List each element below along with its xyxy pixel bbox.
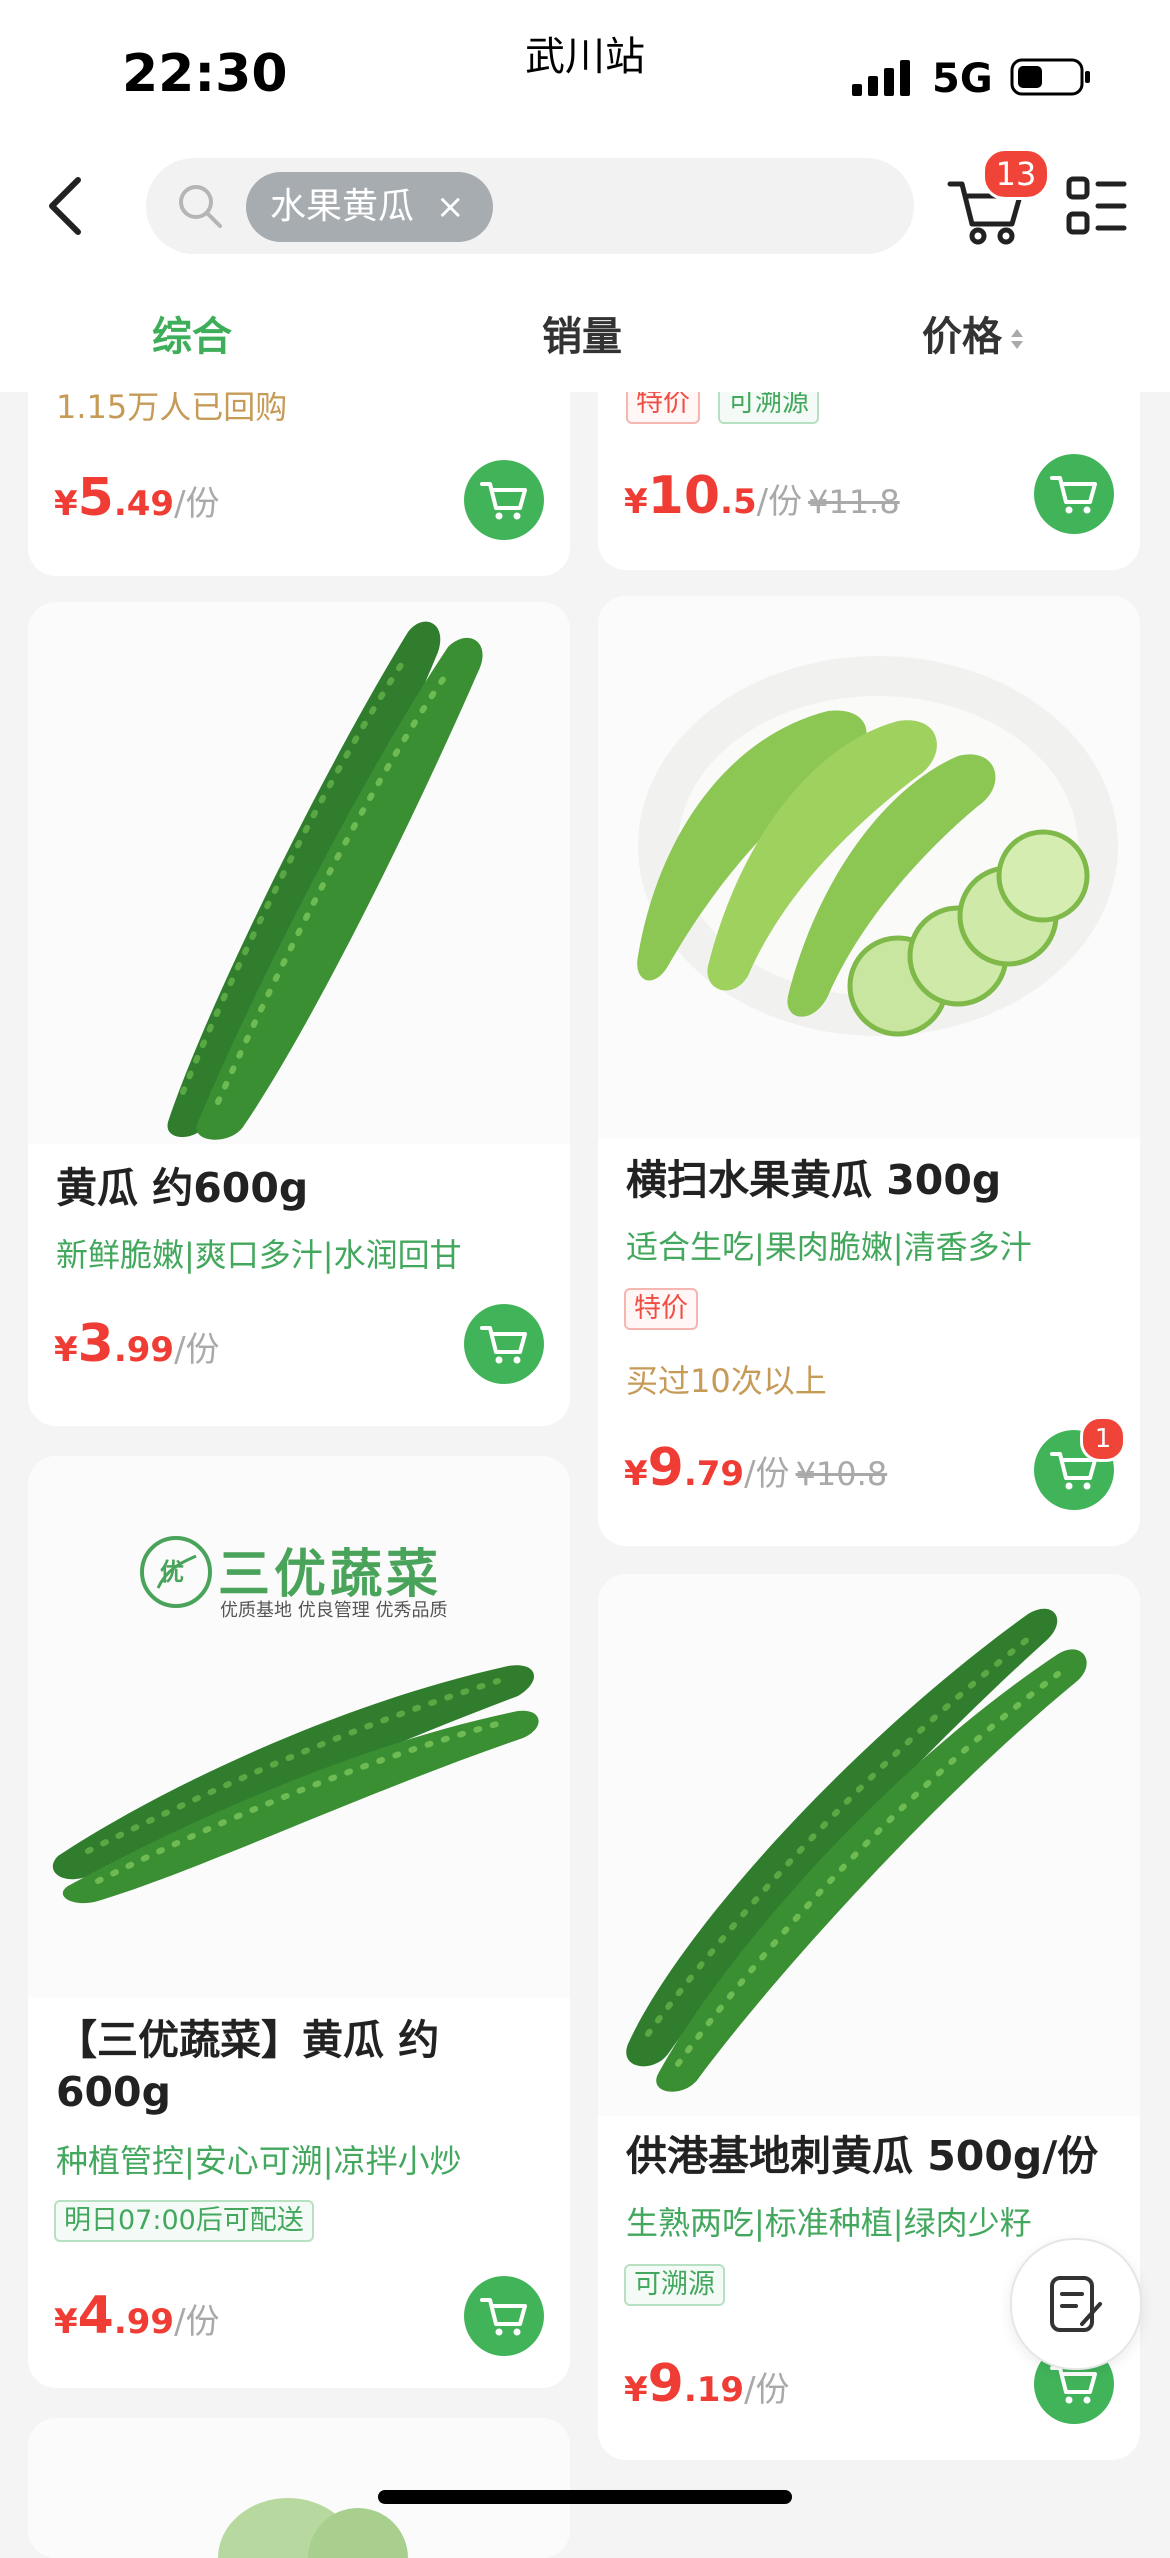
price-decimal: .49	[113, 484, 175, 524]
cart-count-badge: 13	[982, 148, 1050, 200]
price-integer: 10	[647, 466, 721, 526]
add-to-cart-button[interactable]	[464, 2276, 544, 2356]
cart-add-icon	[1050, 476, 1097, 514]
price-currency: ¥	[624, 1454, 648, 1494]
search-bar[interactable]: 水果黄瓜 ×	[146, 158, 914, 254]
price-currency: ¥	[54, 1330, 78, 1370]
price-decimal: .5	[720, 482, 757, 522]
rebuy-text: 买过10次以上	[626, 1362, 827, 1400]
tab-sales[interactable]: 销量	[542, 304, 622, 362]
product-title: 横扫水果黄瓜 300g	[626, 1156, 1002, 1204]
network-type: 5G	[932, 56, 993, 102]
price-currency: ¥	[624, 482, 648, 522]
clear-keyword-icon[interactable]: ×	[436, 172, 465, 242]
product-price: ¥9.19/份	[624, 2354, 790, 2414]
price-integer: 4	[77, 2286, 114, 2346]
cart-add-icon	[480, 1326, 527, 1364]
product-price: ¥4.99/份	[54, 2286, 220, 2346]
cucumber-image	[167, 621, 483, 1140]
cucumber-image	[52, 1665, 539, 1904]
price-unit: /份	[174, 1330, 220, 1370]
price-decimal: .99	[113, 2302, 175, 2342]
price-decimal: .99	[113, 1330, 175, 1370]
signal-icon	[852, 60, 910, 96]
product-price: ¥5.49/份	[54, 468, 220, 528]
product-features: 新鲜脆嫩|爽口多汁|水润回甘	[56, 1236, 462, 1274]
price-integer: 9	[647, 2354, 684, 2414]
search-icon	[179, 185, 222, 228]
cart-add-icon	[480, 2298, 527, 2336]
in-cart-count-badge: 1	[1080, 1416, 1126, 1462]
price-currency: ¥	[54, 2302, 78, 2342]
product-features: 适合生吃|果肉脆嫩|清香多汁	[626, 1228, 1032, 1266]
price-decimal: .79	[683, 1454, 745, 1494]
product-image[interactable]: 优 三优蔬菜 优质基地 优良管理 优秀品质	[28, 1456, 570, 1998]
product-price: ¥10.5/份 ¥11.8	[624, 466, 900, 526]
price-unit: /份	[174, 484, 220, 524]
vegetable-image	[218, 2498, 408, 2558]
home-indicator[interactable]	[378, 2490, 792, 2504]
product-card[interactable]: 优 三优蔬菜 优质基地 优良管理 优秀品质 【三优蔬菜】黄瓜 约600g 种植管…	[28, 1456, 570, 2388]
price-unit: /份	[744, 2370, 790, 2410]
price-decimal: .19	[683, 2370, 745, 2410]
price-integer: 5	[77, 468, 114, 528]
price-unit: /份	[756, 482, 803, 522]
tab-price[interactable]: 价格	[922, 304, 1024, 362]
price-integer: 9	[647, 1438, 684, 1498]
search-keyword-chip[interactable]: 水果黄瓜 ×	[246, 172, 493, 242]
product-card[interactable]: 横扫水果黄瓜 300g 适合生吃|果肉脆嫩|清香多汁 特价 买过10次以上 ¥9…	[598, 596, 1140, 1546]
sort-tabs: 综合 销量 价格	[0, 266, 1170, 392]
product-price: ¥3.99/份	[54, 1314, 220, 1374]
product-title: 【三优蔬菜】黄瓜 约600g	[56, 2016, 440, 2116]
nav-bar: 水果黄瓜 × 13	[0, 148, 1170, 266]
product-price: ¥9.79/份 ¥10.8	[624, 1438, 887, 1498]
original-price: ¥10.8	[795, 1455, 888, 1493]
sort-arrows-icon	[1011, 329, 1023, 349]
status-bar: 22:30 武川站 5G	[0, 0, 1170, 150]
product-features: 种植管控|安心可溯|凉拌小炒	[56, 2142, 462, 2180]
tag-delivery-time: 明日07:00后可配送	[54, 2200, 314, 2242]
edit-list-icon	[1050, 2276, 1102, 2332]
product-features: 生熟两吃|标准种植|绿肉少籽	[626, 2204, 1032, 2242]
price-currency: ¥	[54, 484, 78, 524]
cucumber-plate-image	[637, 656, 1118, 1037]
product-title: 供港基地刺黄瓜 500g/份	[626, 2132, 1099, 2180]
tab-price-label: 价格	[922, 314, 1002, 360]
product-title: 黄瓜 约600g	[56, 1164, 309, 1212]
price-unit: /份	[174, 2302, 220, 2342]
shopping-list-float-button[interactable]	[1010, 2238, 1142, 2370]
tab-comprehensive[interactable]: 综合	[152, 304, 232, 362]
cucumber-image	[626, 1608, 1087, 2092]
product-card[interactable]	[28, 2418, 570, 2558]
tag-traceable: 可溯源	[624, 2264, 725, 2306]
search-keyword: 水果黄瓜	[270, 186, 415, 227]
back-arrow-icon[interactable]	[38, 170, 98, 242]
product-card[interactable]: 黄瓜 约600g 新鲜脆嫩|爽口多汁|水润回甘 ¥3.99/份	[28, 602, 570, 1426]
price-unit: /份	[744, 1454, 790, 1494]
product-image[interactable]	[598, 1574, 1140, 2116]
station-name[interactable]: 武川站	[0, 24, 1170, 82]
price-currency: ¥	[624, 2370, 648, 2410]
battery-icon	[1010, 58, 1090, 96]
price-integer: 3	[77, 1314, 114, 1374]
original-price: ¥11.8	[808, 483, 900, 521]
tag-special-price: 特价	[624, 1288, 698, 1330]
product-image[interactable]	[598, 596, 1140, 1138]
add-to-cart-button[interactable]	[1034, 454, 1114, 534]
add-to-cart-button[interactable]	[464, 1304, 544, 1384]
product-image[interactable]	[28, 2418, 570, 2558]
cart-add-icon	[480, 482, 527, 520]
product-image[interactable]	[28, 602, 570, 1144]
category-menu-icon[interactable]	[1066, 176, 1128, 238]
add-to-cart-button[interactable]	[464, 460, 544, 540]
